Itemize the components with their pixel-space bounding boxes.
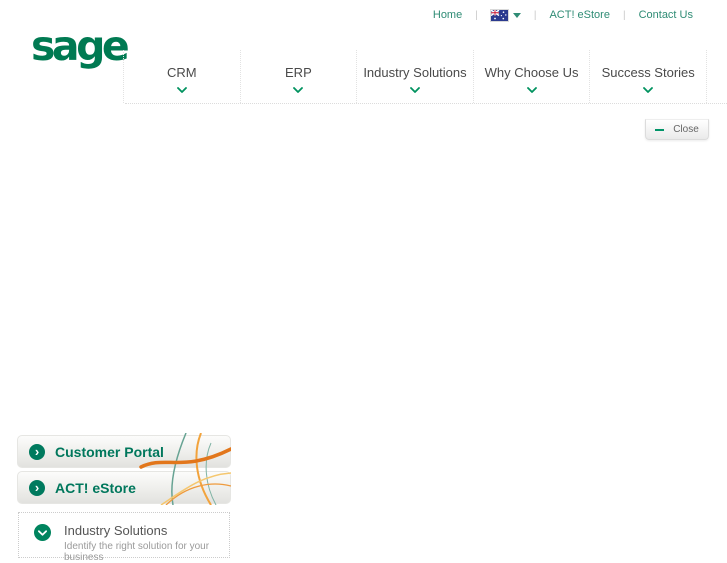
nav-item-industry-solutions[interactable]: Industry Solutions (356, 50, 473, 103)
promo-label: ACT! eStore (55, 479, 136, 496)
divider: | (533, 9, 537, 21)
promo-panel: › Customer Portal › ACT! eStore (17, 433, 231, 507)
industry-solutions-card[interactable]: Industry Solutions Identify the right so… (18, 512, 230, 563)
nav-label: Success Stories (601, 65, 695, 80)
arrow-right-icon: › (29, 479, 45, 496)
minus-icon (655, 128, 665, 131)
chevron-down-icon (176, 87, 187, 93)
industry-text-block: Industry Solutions Identify the right so… (64, 523, 229, 563)
main-nav: CRM ERP Industry Solutions Why Choose Us… (123, 50, 707, 103)
chevron-down-circle-icon (34, 524, 51, 541)
nav-item-erp[interactable]: ERP (239, 50, 357, 103)
language-selector[interactable] (490, 9, 521, 21)
chevron-down-icon (410, 87, 420, 93)
nav-item-success-stories[interactable]: Success Stories (589, 50, 707, 103)
nav-item-crm[interactable]: CRM (123, 50, 240, 103)
nav-label: Industry Solutions (363, 65, 467, 80)
divider: | (475, 9, 478, 21)
close-panel-button[interactable]: Close (645, 119, 709, 140)
chevron-down-icon (293, 87, 304, 93)
australia-flag-icon (490, 9, 508, 21)
nav-divider (125, 103, 727, 104)
divider: | (622, 9, 626, 21)
utility-bar: Home | | ACT! eStore | Contact Us (433, 9, 693, 21)
arrow-right-icon: › (29, 443, 45, 460)
nav-label: Why Choose Us (484, 65, 579, 80)
contact-us-link[interactable]: Contact Us (639, 9, 693, 21)
nav-label: CRM (166, 65, 197, 80)
chevron-down-icon (526, 87, 537, 93)
customer-portal-button[interactable]: › Customer Portal (17, 435, 231, 468)
industry-title: Industry Solutions (64, 523, 168, 538)
nav-item-why-choose-us[interactable]: Why Choose Us (472, 50, 590, 103)
promo-label: Customer Portal (55, 443, 164, 460)
nav-label: ERP (285, 65, 312, 80)
industry-subtitle: Identify the right solution for your bus… (64, 541, 210, 563)
act-estore-link[interactable]: ACT! eStore (549, 9, 610, 21)
chevron-down-icon (512, 12, 521, 18)
chevron-down-icon (643, 87, 654, 93)
home-link[interactable]: Home (433, 9, 462, 21)
close-label: Close (673, 124, 699, 135)
act-estore-button[interactable]: › ACT! eStore (17, 471, 231, 504)
sage-logo[interactable]: sage (31, 26, 130, 67)
